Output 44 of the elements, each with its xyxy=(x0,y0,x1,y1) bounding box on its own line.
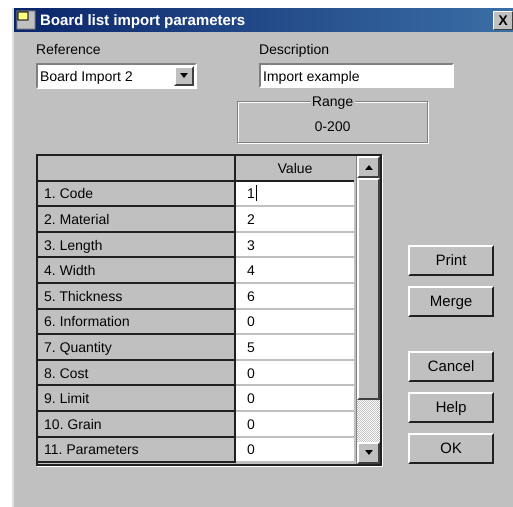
row-header: 11. Parameters xyxy=(38,438,236,464)
dialog-button[interactable]: Print xyxy=(408,245,494,276)
row-header: 6. Information xyxy=(38,310,236,336)
dropdown-button[interactable] xyxy=(174,66,194,86)
close-button[interactable]: X xyxy=(493,10,513,30)
dialog-button[interactable]: OK xyxy=(408,433,494,464)
value-cell[interactable]: 0 xyxy=(236,438,354,464)
value-cell[interactable]: 0 xyxy=(236,386,354,412)
caret-icon xyxy=(179,73,189,79)
scroll-thumb[interactable] xyxy=(357,178,380,400)
range-value: 0-200 xyxy=(314,118,350,134)
dialog-button[interactable]: Merge xyxy=(408,286,494,317)
value-cell[interactable]: 0 xyxy=(236,360,354,386)
row-header: 4. Width xyxy=(38,258,236,284)
scroll-up-button[interactable] xyxy=(357,156,380,178)
row-header: 1. Code xyxy=(38,182,236,208)
dialog-button[interactable]: Cancel xyxy=(408,351,494,382)
value-cell[interactable]: 3 xyxy=(236,232,354,258)
row-header: 3. Length xyxy=(38,232,236,258)
range-label: Range xyxy=(310,93,356,109)
row-header: 2. Material xyxy=(38,207,236,233)
scrollbar[interactable] xyxy=(356,156,380,464)
dialog-button[interactable]: Help xyxy=(408,392,494,423)
value-cell[interactable]: 2 xyxy=(236,207,354,233)
window-title: Board list import parameters xyxy=(40,12,246,28)
description-field[interactable]: Import example xyxy=(259,63,454,88)
row-header: 8. Cost xyxy=(38,360,236,386)
app-icon xyxy=(16,10,36,30)
row-header: 10. Grain xyxy=(38,412,236,438)
value-cell[interactable]: 5 xyxy=(236,335,354,361)
reference-dropdown[interactable]: Board Import 2 xyxy=(36,63,197,89)
value-cell[interactable]: 0 xyxy=(236,412,354,438)
value-cell[interactable]: 1 xyxy=(236,182,354,208)
description-label: Description xyxy=(259,41,330,57)
down-arrow-icon xyxy=(364,450,374,456)
reference-label: Reference xyxy=(36,41,102,57)
row-header: 5. Thickness xyxy=(38,284,236,310)
value-cell[interactable]: 0 xyxy=(236,310,354,336)
value-cell[interactable]: 4 xyxy=(236,258,354,284)
scroll-down-button[interactable] xyxy=(357,442,380,464)
row-header: 9. Limit xyxy=(38,386,236,412)
row-header: 7. Quantity xyxy=(38,335,236,361)
value-cell[interactable]: 6 xyxy=(236,284,354,310)
up-arrow-icon xyxy=(364,164,374,170)
